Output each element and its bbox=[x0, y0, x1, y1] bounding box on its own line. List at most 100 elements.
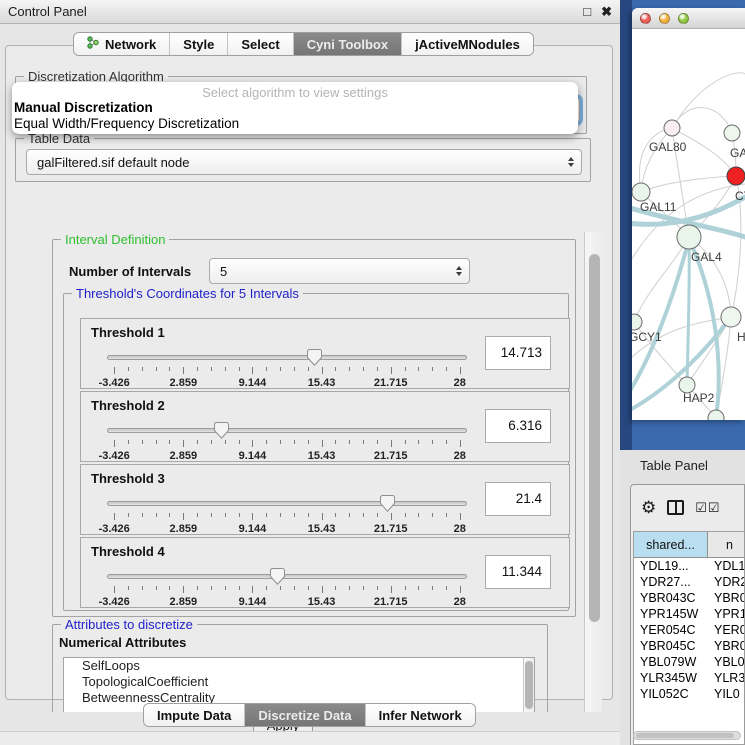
algorithm-placeholder-option[interactable]: Select algorithm to view settings bbox=[12, 85, 578, 100]
tab-style[interactable]: Style bbox=[170, 33, 228, 55]
table-panel: Table Panel ⚙ ☑☑ shared... n YDL19...YDL… bbox=[620, 450, 745, 745]
tab-cyni-toolbox[interactable]: Cyni Toolbox bbox=[294, 33, 402, 55]
threshold-slider[interactable]: -3.4262.8599.14415.4321.71528 bbox=[107, 566, 467, 606]
network-canvas[interactable]: GAL80GACYGAL11GAL4GCY1HHAP2 bbox=[632, 29, 745, 420]
threshold-row-4: Threshold 4-3.4262.8599.14415.4321.71528… bbox=[80, 537, 570, 608]
node-label: GAL80 bbox=[649, 140, 687, 154]
gear-icon[interactable]: ⚙ bbox=[641, 499, 656, 516]
tab-select[interactable]: Select bbox=[228, 33, 293, 55]
network-node-h[interactable] bbox=[721, 307, 741, 327]
threshold-row-2: Threshold 2 -3.4262.8599.14415.4321.71528… bbox=[80, 391, 570, 462]
algorithm-option-manual[interactable]: Manual Discretization bbox=[12, 100, 578, 116]
table-horizontal-scrollbar[interactable] bbox=[633, 731, 741, 740]
bottom-strip bbox=[0, 731, 620, 745]
node-table: shared... n YDL19...YDL1YDR27...YDR2YBR0… bbox=[633, 531, 745, 745]
table-row[interactable]: YBR045CYBR0 bbox=[634, 638, 745, 654]
attribute-list-item[interactable]: TopologicalCoefficient bbox=[64, 674, 534, 690]
node-label: HAP2 bbox=[683, 391, 715, 405]
threshold-label: Threshold 3 bbox=[91, 471, 165, 486]
threshold-slider[interactable]: -3.4262.8599.14415.4321.71528 bbox=[107, 493, 467, 533]
close-traffic-light[interactable] bbox=[640, 13, 651, 24]
columns-icon[interactable] bbox=[667, 500, 684, 515]
threshold-value-field[interactable]: 14.713 bbox=[485, 336, 551, 370]
table-row[interactable]: YLR345WYLR3 bbox=[634, 670, 745, 686]
interval-definition-title: Interval Definition bbox=[61, 232, 169, 247]
threshold-slider[interactable]: -3.4262.8599.14415.4321.71528 bbox=[107, 347, 467, 387]
desktop-background: GAL80GACYGAL11GAL4GCY1HHAP2 bbox=[620, 0, 745, 450]
num-intervals-combo[interactable]: 5 bbox=[209, 258, 470, 284]
thresholds-group: Threshold's Coordinates for 5 Intervals … bbox=[63, 293, 569, 611]
network-window-titlebar[interactable] bbox=[632, 8, 745, 29]
bottom-tab-discretize-data[interactable]: Discretize Data bbox=[245, 704, 365, 726]
table-row[interactable]: YPR145WYPR1 bbox=[634, 606, 745, 622]
table-row[interactable]: YDR27...YDR2 bbox=[634, 574, 745, 590]
threshold-thumb[interactable] bbox=[307, 349, 322, 366]
attributes-group: Attributes to discretize Numerical Attri… bbox=[52, 624, 548, 712]
num-intervals-value: 5 bbox=[220, 264, 227, 279]
table-row[interactable]: YDL19...YDL1 bbox=[634, 558, 745, 574]
control-panel-titlebar: Control Panel □ ✖ bbox=[0, 0, 620, 24]
node-label: GA bbox=[730, 146, 745, 160]
table-row[interactable]: YBR043CYBR0 bbox=[634, 590, 745, 606]
thresholds-title: Threshold's Coordinates for 5 Intervals bbox=[72, 286, 303, 301]
table-rows: YDL19...YDL1YDR27...YDR2YBR043CYBR0YPR14… bbox=[634, 558, 745, 702]
threshold-value-field[interactable]: 11.344 bbox=[485, 555, 551, 589]
table-row[interactable]: YBL079WYBL0 bbox=[634, 654, 745, 670]
table-panel-title: Table Panel bbox=[640, 458, 708, 473]
minimize-traffic-light[interactable] bbox=[659, 13, 670, 24]
table-header-row: shared... n bbox=[634, 532, 745, 558]
attributes-scrollbar[interactable] bbox=[523, 658, 534, 712]
threshold-thumb[interactable] bbox=[380, 495, 395, 512]
threshold-thumb[interactable] bbox=[270, 568, 285, 585]
table-row[interactable]: YER054CYER0 bbox=[634, 622, 745, 638]
bottom-tab-infer-network[interactable]: Infer Network bbox=[366, 704, 475, 726]
column-header-shared-name[interactable]: shared... bbox=[634, 532, 708, 557]
float-window-icon[interactable]: □ bbox=[583, 5, 591, 18]
threshold-value-field[interactable]: 6.316 bbox=[485, 409, 551, 443]
tab-jactivemnodules[interactable]: jActiveMNodules bbox=[402, 33, 533, 55]
settings-scrollbar[interactable] bbox=[584, 232, 602, 712]
cyni-toolbox-pane: Discretization Algorithm Table Data galF… bbox=[5, 45, 613, 700]
threshold-label: Threshold 1 bbox=[91, 325, 165, 340]
desktop-edge bbox=[620, 0, 632, 450]
attribute-list-item[interactable]: SelfLoops bbox=[64, 658, 534, 674]
zoom-traffic-light[interactable] bbox=[678, 13, 689, 24]
algorithm-option-equal-width[interactable]: Equal Width/Frequency Discretization bbox=[12, 116, 578, 132]
column-header-name[interactable]: n bbox=[708, 532, 745, 557]
table-panel-body: ⚙ ☑☑ shared... n YDL19...YDL1YDR27...YDR… bbox=[630, 484, 745, 745]
panel-title: Control Panel bbox=[8, 4, 87, 19]
threshold-slider[interactable]: -3.4262.8599.14415.4321.71528 bbox=[107, 420, 467, 460]
bottom-tab-impute-data[interactable]: Impute Data bbox=[144, 704, 245, 726]
network-icon bbox=[87, 36, 100, 52]
node-label: H bbox=[737, 330, 745, 344]
control-panel-tabs: NetworkStyleSelectCyni ToolboxjActiveMNo… bbox=[73, 32, 534, 56]
network-node-cy[interactable] bbox=[727, 167, 745, 185]
threshold-value-field[interactable]: 21.4 bbox=[485, 482, 551, 516]
interval-definition-group: Interval Definition Number of Intervals … bbox=[52, 239, 576, 617]
tab-network[interactable]: Network bbox=[74, 33, 170, 55]
threshold-thumb[interactable] bbox=[214, 422, 229, 439]
table-data-combo[interactable]: galFiltered.sif default node bbox=[26, 149, 582, 175]
table-data-combo-value: galFiltered.sif default node bbox=[37, 155, 189, 170]
table-row[interactable]: YIL052CYIL0 bbox=[634, 686, 745, 702]
network-node-gcy1[interactable] bbox=[632, 314, 642, 330]
node-label: GCY1 bbox=[632, 330, 662, 344]
threshold-stack: Threshold 1 -3.4262.8599.14415.4321.71528… bbox=[80, 318, 570, 610]
close-icon[interactable]: ✖ bbox=[601, 5, 612, 18]
cyni-bottom-tabs: Impute DataDiscretize DataInfer Network bbox=[143, 703, 476, 727]
node-label: CY bbox=[735, 189, 745, 203]
network-view-window: GAL80GACYGAL11GAL4GCY1HHAP2 bbox=[632, 8, 745, 420]
checkbox-icons[interactable]: ☑☑ bbox=[695, 501, 720, 514]
node-label: GAL11 bbox=[640, 200, 677, 214]
network-node-gal4[interactable] bbox=[677, 225, 701, 249]
network-node-gal80[interactable] bbox=[664, 120, 680, 136]
algorithm-dropdown-popup: Select algorithm to view settings Manual… bbox=[12, 82, 578, 134]
network-node-gal11[interactable] bbox=[632, 183, 650, 201]
control-panel: Control Panel □ ✖ NetworkStyleSelectCyni… bbox=[0, 0, 620, 745]
table-toolbar: ⚙ ☑☑ bbox=[631, 485, 744, 529]
settings-scroll-area: Interval Definition Number of Intervals … bbox=[14, 232, 602, 712]
network-node-ga[interactable] bbox=[724, 125, 740, 141]
threshold-label: Threshold 2 bbox=[91, 398, 165, 413]
attributes-title: Attributes to discretize bbox=[61, 617, 197, 632]
screen: Control Panel □ ✖ NetworkStyleSelectCyni… bbox=[0, 0, 745, 745]
